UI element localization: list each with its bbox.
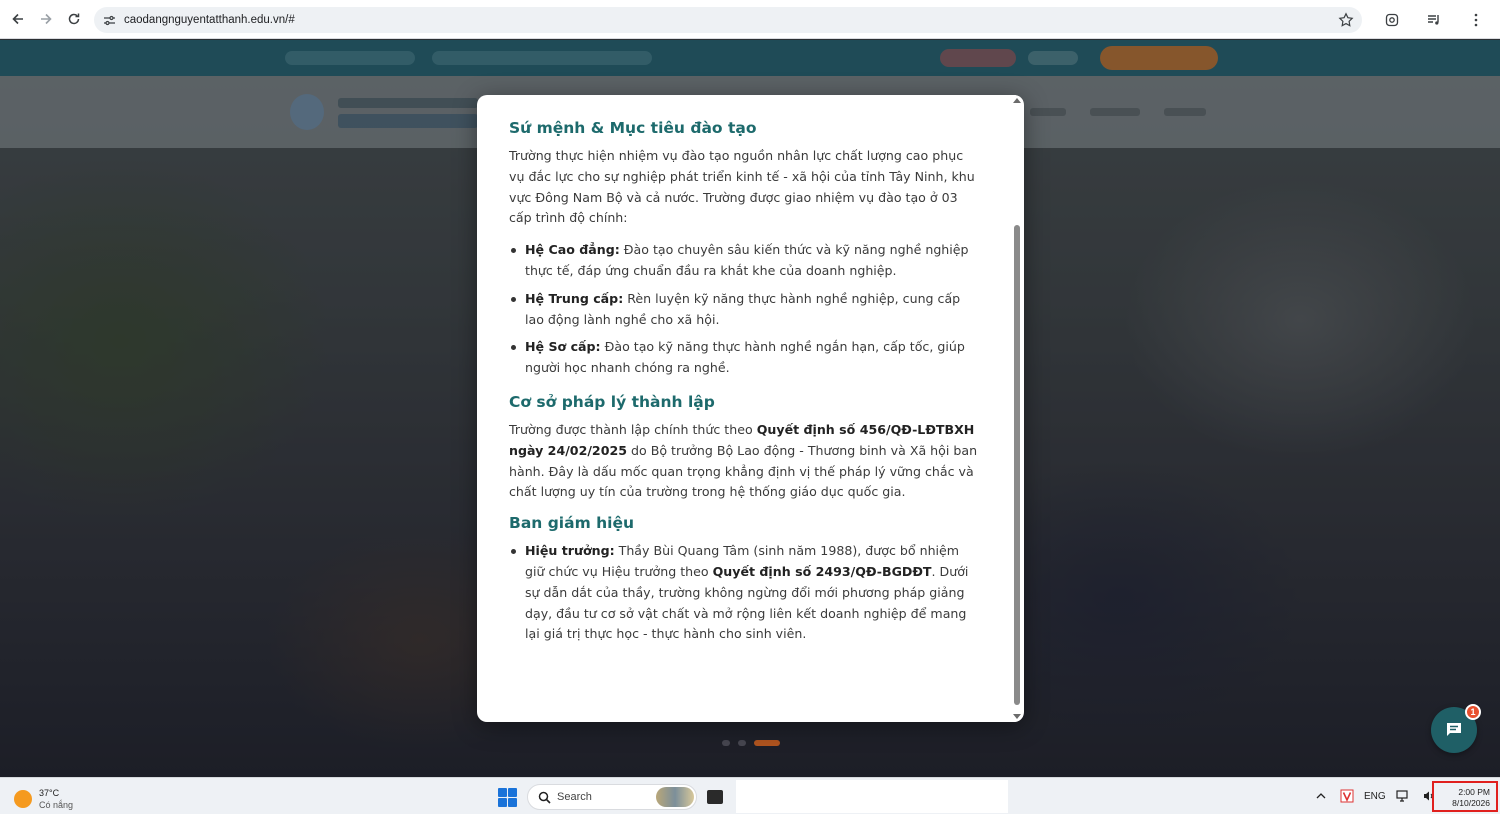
chevron-up-icon[interactable] [1312,787,1330,805]
legal-text-pre: Trường được thành lập chính thức theo [509,421,757,437]
scroll-down-arrow-icon[interactable] [1013,714,1021,719]
browser-menu-button[interactable] [1458,7,1494,33]
arrow-left-icon [12,13,23,25]
arrow-right-icon [41,13,52,25]
weather-temp: 37°C [39,788,60,798]
reload-button[interactable] [60,5,88,33]
forward-button[interactable] [32,5,60,33]
section-title-legal: Cơ sở pháp lý thành lập [509,392,715,411]
training-levels-list: Hệ Cao đẳng: Đào tạo chuyên sâu kiến thứ… [509,240,979,379]
url-text[interactable]: caodangnguyentatthanh.edu.vn/# [124,14,295,26]
google-lens-button[interactable] [1374,7,1410,33]
windows-taskbar: 37°C Có nắng Search ENG 2:00 PM 8/10/202… [0,777,1500,814]
list-item: Hệ Trung cấp: Rèn luyện kỹ năng thực hàn… [509,289,979,331]
antivirus-v-icon[interactable] [1338,787,1356,805]
list-item-label: Hệ Trung cấp: [525,290,624,306]
section-title-board: Ban giám hiệu [509,514,635,533]
start-button-windows-icon[interactable] [498,788,517,807]
list-item: Hệ Cao đẳng: Đào tạo chuyên sâu kiến thứ… [509,240,979,282]
clock-date: 8/10/2026 [1452,798,1490,808]
list-item-label: Hệ Cao đẳng: [525,242,620,258]
media-control-button[interactable] [1416,7,1452,33]
taskbar-app-icon[interactable] [707,790,723,804]
active-window-preview[interactable] [736,780,1008,813]
board-decision: Quyết định số 2493/QĐ-BGDĐT [712,563,932,579]
modal-scrollbar[interactable] [1011,95,1023,722]
back-button[interactable] [4,5,32,33]
network-icon[interactable] [1394,787,1412,805]
list-item: Hệ Sơ cấp: Đào tạo kỹ năng thực hành ngh… [509,337,979,379]
lens-icon [1385,13,1399,27]
bookmark-star-icon[interactable] [1338,12,1354,28]
list-item-label: Hệ Sơ cấp: [525,339,601,355]
modal-content: Sứ mệnh & Mục tiêu đào tạo Trường thực h… [509,119,979,659]
taskbar-clock[interactable]: 2:00 PM 8/10/2026 [1432,781,1498,812]
list-item-label: Hiệu trưởng: [525,543,615,559]
browser-toolbar: caodangnguyentatthanh.edu.vn/# [0,0,1500,39]
scroll-up-arrow-icon[interactable] [1013,98,1021,103]
search-highlight-image [656,787,694,807]
carousel-indicators [722,740,780,746]
school-logo [290,94,324,130]
sun-icon [14,790,32,808]
clock-time: 2:00 PM [1458,787,1490,797]
system-tray: ENG [1312,787,1438,805]
mission-intro: Trường thực hiện nhiệm vụ đào tạo nguồn … [509,148,975,226]
search-label: Search [557,791,592,803]
legal-paragraph: Trường được thành lập chính thức theo Qu… [509,420,979,503]
carousel-dot-active[interactable] [754,740,780,746]
section-title-mission: Sứ mệnh & Mục tiêu đào tạo [509,119,757,137]
carousel-dot[interactable] [738,740,746,746]
board-list: Hiệu trưởng: Thầy Bùi Quang Tâm (sinh nă… [509,541,979,645]
taskbar-search[interactable]: Search [527,784,697,810]
site-top-strip [0,40,1500,76]
carousel-dot[interactable] [722,740,730,746]
chat-notification-badge: 1 [1465,704,1481,720]
weather-condition: Có nắng [39,800,74,810]
list-item: Hiệu trưởng: Thầy Bùi Quang Tâm (sinh nă… [509,541,979,645]
more-vert-icon [1474,13,1478,27]
scroll-thumb[interactable] [1014,225,1020,705]
queue-music-icon [1428,15,1439,25]
address-bar[interactable]: caodangnguyentatthanh.edu.vn/# [94,7,1362,33]
tune-icon [103,15,115,25]
site-info-button[interactable] [96,7,122,33]
search-icon [538,791,551,804]
language-indicator[interactable]: ENG [1364,791,1386,802]
chat-bubble-icon [1447,723,1461,736]
about-modal: Sứ mệnh & Mục tiêu đào tạo Trường thực h… [477,95,1024,722]
weather-widget[interactable]: 37°C Có nắng [14,787,73,811]
reload-icon [68,13,80,25]
